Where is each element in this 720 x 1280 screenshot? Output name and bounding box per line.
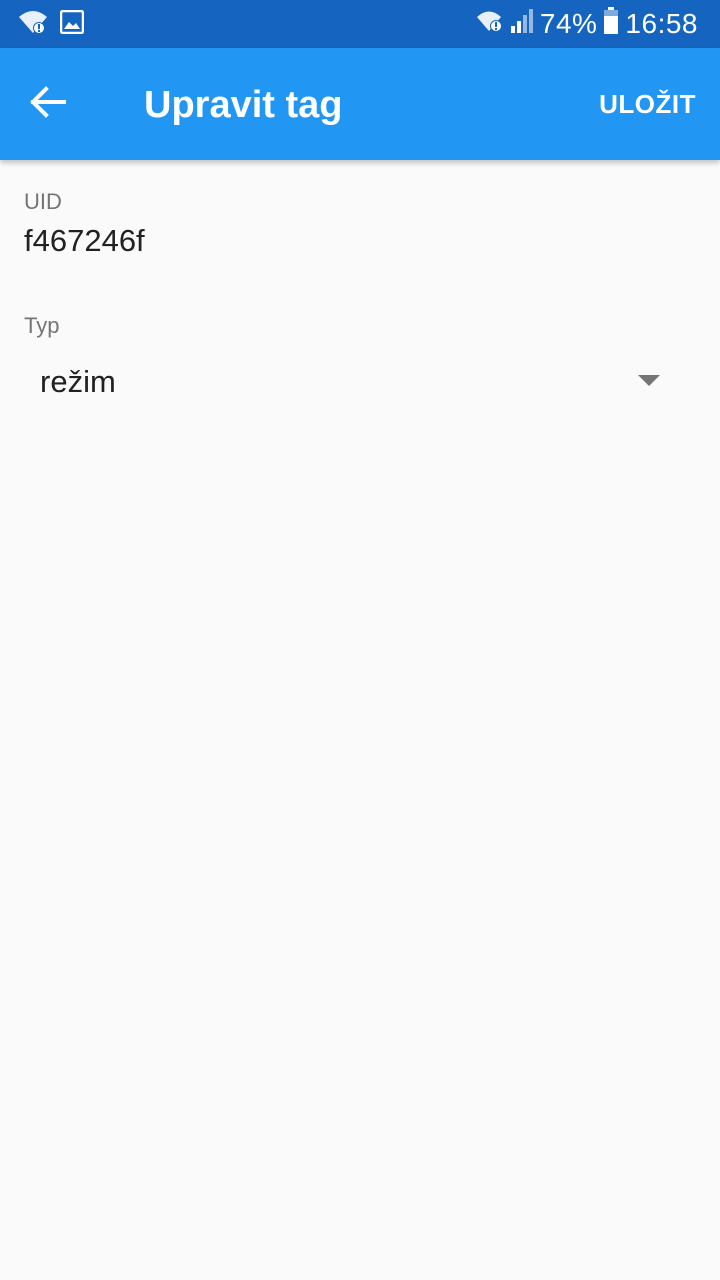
arrow-left-icon	[30, 85, 66, 123]
uid-value: f467246f	[24, 223, 145, 258]
dropdown-arrow-icon	[638, 374, 660, 386]
battery-percent: 74%	[539, 8, 598, 39]
type-dropdown-value: režim	[40, 364, 116, 399]
battery-icon	[603, 6, 619, 42]
wifi-alert-icon	[476, 8, 504, 40]
type-dropdown[interactable]: režim	[24, 356, 696, 412]
uid-label: UID	[24, 189, 62, 214]
image-icon	[59, 9, 85, 39]
clock: 16:58	[625, 8, 698, 39]
save-button[interactable]: ULOŽIT	[599, 86, 696, 122]
page-title: Upravit tag	[144, 84, 343, 126]
app-bar: Upravit tag ULOŽIT	[0, 48, 720, 160]
wifi-alert-icon	[18, 9, 48, 40]
back-button[interactable]	[18, 76, 78, 132]
signal-icon	[510, 8, 534, 41]
status-bar: 74% 16:58	[0, 0, 720, 48]
status-right-icons: 74% 16:58	[476, 6, 698, 42]
status-left-icons	[18, 9, 85, 40]
type-label: Typ	[24, 313, 60, 338]
